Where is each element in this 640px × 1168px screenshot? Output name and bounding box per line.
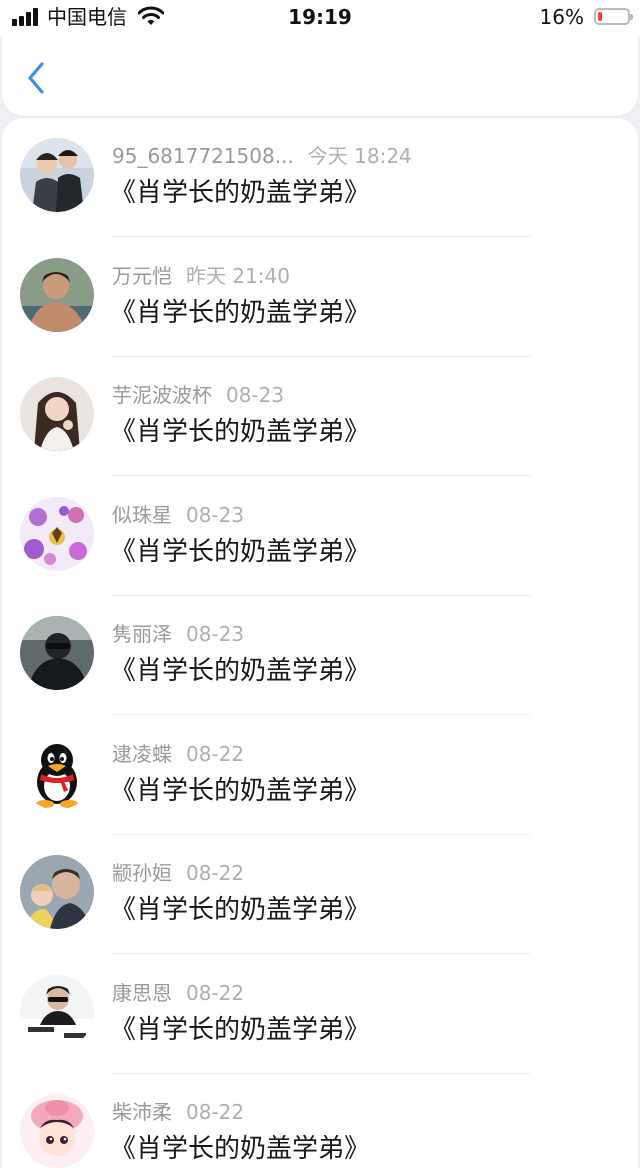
- battery-icon: [594, 8, 633, 25]
- book-title: 《肖学长的奶盖学弟》: [110, 1134, 371, 1164]
- back-button[interactable]: [20, 58, 50, 98]
- list-item[interactable]: 万元恺 昨天 21:40 《肖学长的奶盖学弟》: [2, 238, 638, 357]
- sender-name: 隽丽泽: [112, 622, 172, 646]
- sender-name: 康思恩: [112, 980, 172, 1005]
- book-title: 《肖学长的奶盖学弟》: [110, 1014, 371, 1045]
- message-meta: 95_6817721508... 今天 18:24: [112, 143, 412, 169]
- battery-percent: 16%: [539, 5, 584, 29]
- sender-name: 似珠星: [112, 502, 172, 527]
- message-meta: 柴沛柔 08-22: [112, 1099, 244, 1125]
- avatar[interactable]: [20, 855, 94, 929]
- status-bar: 中国电信 19:19 16%: [0, 0, 640, 36]
- book-title: 《肖学长的奶盖学弟》: [110, 536, 371, 567]
- message-timestamp: 08-22: [186, 741, 245, 766]
- message-timestamp: 08-22: [186, 1100, 245, 1124]
- message-meta: 似珠星 08-23: [112, 502, 244, 528]
- message-timestamp: 昨天 21:40: [186, 263, 290, 288]
- book-title: 《肖学长的奶盖学弟》: [110, 417, 371, 447]
- list-item[interactable]: 颛孙姮 08-22 《肖学长的奶盖学弟》: [2, 835, 638, 954]
- list-item[interactable]: 隽丽泽 08-23 《肖学长的奶盖学弟》: [2, 596, 638, 715]
- message-meta: 逮凌蝶 08-22: [112, 741, 244, 767]
- nav-header: [2, 36, 638, 116]
- list-item[interactable]: 逮凌蝶 08-22 《肖学长的奶盖学弟》: [2, 716, 638, 835]
- book-title: 《肖学长的奶盖学弟》: [110, 895, 371, 925]
- sender-name: 颛孙姮: [112, 861, 172, 885]
- avatar[interactable]: [20, 496, 94, 571]
- book-title: 《肖学长的奶盖学弟》: [110, 656, 371, 686]
- avatar[interactable]: [20, 616, 94, 690]
- message-meta: 康思恩 08-22: [112, 980, 244, 1006]
- book-title: 《肖学长的奶盖学弟》: [110, 775, 371, 806]
- book-title: 《肖学长的奶盖学弟》: [110, 178, 371, 208]
- message-list: 95_6817721508... 今天 18:24 《肖学长的奶盖学弟》 万元恺 昨天 …: [2, 118, 638, 1168]
- list-item[interactable]: 康思恩 08-22 《肖学长的奶盖学弟》: [2, 955, 638, 1074]
- sender-name: 95_6817721508...: [112, 144, 294, 168]
- list-item[interactable]: 柴沛柔 08-22 《肖学长的奶盖学弟》: [2, 1074, 638, 1168]
- book-title: 《肖学长的奶盖学弟》: [110, 297, 371, 328]
- message-timestamp: 08-22: [186, 861, 245, 885]
- message-meta: 颛孙姮 08-22: [112, 860, 244, 886]
- list-item[interactable]: 95_6817721508... 今天 18:24 《肖学长的奶盖学弟》: [2, 118, 638, 237]
- avatar[interactable]: [20, 974, 94, 1049]
- message-meta: 万元恺 昨天 21:40: [112, 263, 290, 289]
- sender-name: 万元恺: [112, 263, 172, 288]
- avatar[interactable]: [20, 138, 94, 212]
- avatar[interactable]: [20, 257, 94, 332]
- avatar[interactable]: [20, 735, 94, 810]
- battery-level-fill: [598, 12, 603, 21]
- message-meta: 隽丽泽 08-23: [112, 621, 244, 647]
- list-item[interactable]: 芋泥波波杯 08-23 《肖学长的奶盖学弟》: [2, 357, 638, 476]
- message-timestamp: 08-22: [186, 980, 245, 1005]
- list-item[interactable]: 似珠星 08-23 《肖学长的奶盖学弟》: [2, 477, 638, 596]
- message-meta: 芋泥波波杯 08-23: [112, 382, 284, 408]
- avatar[interactable]: [20, 377, 94, 451]
- message-timestamp: 今天 18:24: [307, 144, 412, 168]
- avatar[interactable]: [20, 1094, 94, 1168]
- message-timestamp: 08-23: [186, 502, 245, 527]
- message-timestamp: 08-23: [226, 383, 285, 407]
- message-timestamp: 08-23: [186, 622, 245, 646]
- sender-name: 柴沛柔: [112, 1100, 172, 1124]
- sender-name: 芋泥波波杯: [112, 383, 212, 407]
- sender-name: 逮凌蝶: [112, 741, 172, 766]
